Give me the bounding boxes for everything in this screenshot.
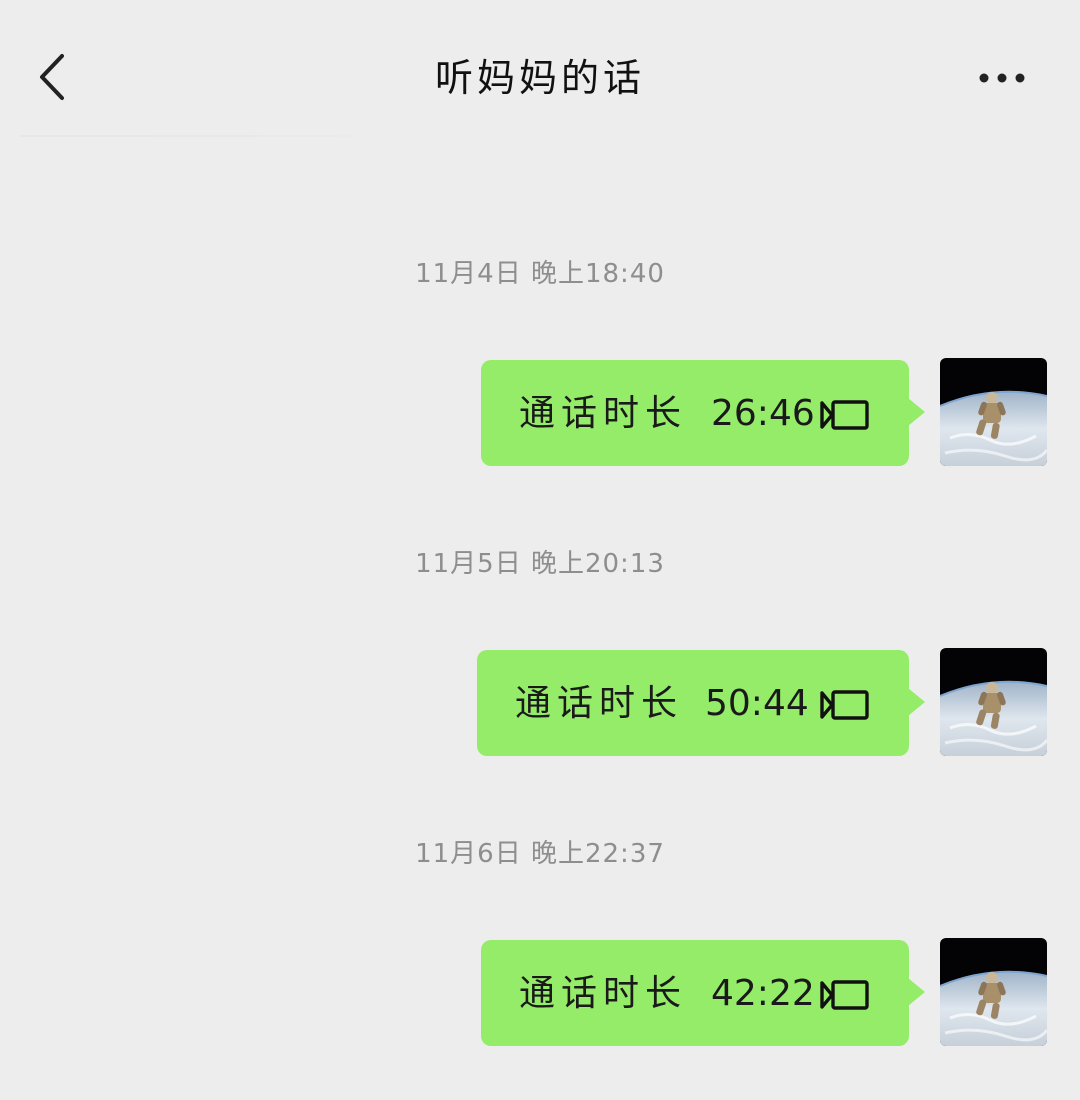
more-button[interactable] — [972, 60, 1032, 96]
message-timestamp: 11月5日 晚上20:13 — [415, 549, 665, 579]
chat-header: 听妈妈的话 — [0, 0, 1080, 140]
message-timestamp: 11月4日 晚上18:40 — [415, 259, 665, 289]
avatar[interactable] — [940, 648, 1047, 756]
video-call-bubble[interactable]: 通话时长 42:22 — [481, 940, 925, 1046]
call-duration-label: 通话时长 — [519, 973, 688, 1014]
chat-title: 听妈妈的话 — [434, 56, 645, 100]
message-timestamp: 11月6日 晚上22:37 — [415, 839, 665, 869]
call-duration-value: 50:44 — [705, 683, 809, 724]
video-call-icon — [819, 978, 871, 1012]
call-duration-label: 通话时长 — [519, 393, 688, 434]
message-row: 通话时长 26:46 — [0, 358, 1080, 468]
avatar[interactable] — [940, 358, 1047, 466]
video-call-bubble[interactable]: 通话时长 26:46 — [481, 360, 925, 466]
video-call-icon — [819, 398, 871, 432]
call-duration-value: 26:46 — [711, 393, 815, 434]
video-call-icon — [819, 688, 871, 722]
more-horizontal-icon — [979, 73, 1025, 83]
call-duration-label: 通话时长 — [515, 683, 684, 724]
avatar[interactable] — [940, 938, 1047, 1046]
header-divider — [20, 135, 400, 137]
call-duration-value: 42:22 — [711, 973, 815, 1014]
message-row: 通话时长 42:22 — [0, 938, 1080, 1048]
message-row: 通话时长 50:44 — [0, 648, 1080, 758]
video-call-bubble[interactable]: 通话时长 50:44 — [477, 650, 925, 756]
